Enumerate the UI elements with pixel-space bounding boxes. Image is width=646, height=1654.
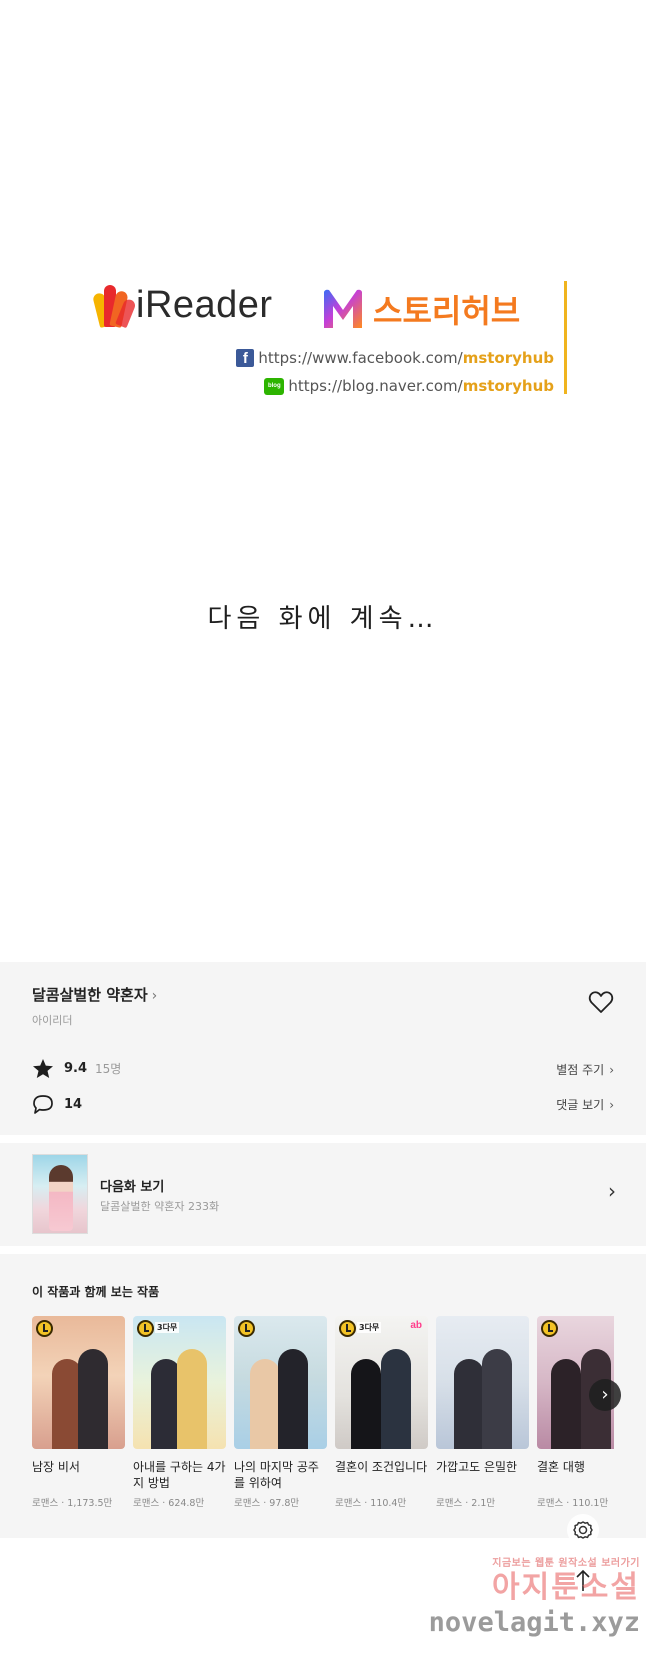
recommendation-card[interactable]: 남장 비서 로맨스 · 1,173.5만 [32,1316,125,1509]
blog-link[interactable]: blog https://blog.naver.com/mstoryhub [264,377,554,395]
watermark-top-line: 지금보는 웹툰 원작소설 보러가기 [492,1558,640,1569]
recommendation-title: 결혼 대행 [537,1460,585,1474]
clock-icon [541,1320,558,1337]
recommendation-card[interactable]: 가깝고도 은밀한 로맨스 · 2.1만 [436,1316,529,1509]
recommendation-cover [234,1316,327,1449]
settings-gear-icon[interactable] [566,1513,600,1547]
recommendations-list: 남장 비서 로맨스 · 1,173.5만 3다무 아내를 구하는 4가지 방법 … [32,1316,614,1526]
chevron-right-icon: › [151,988,158,1004]
site-watermark: 지금보는 웹툰 원작소설 보러가기 아지툰소설 novelagit.xyz [425,1554,640,1649]
mstoryhub-logo-text: 스토리허브 [373,292,521,330]
comment-row: 14 [32,1094,82,1115]
facebook-link[interactable]: f https://www.facebook.com/mstoryhub [236,349,554,367]
star-icon [33,1059,53,1078]
recommendation-title: 아내를 구하는 4가지 방법 [133,1460,226,1490]
series-author: 아이리더 [32,1014,73,1027]
recommendation-title: 결혼이 조건입니다 [335,1460,428,1474]
next-episode-button[interactable]: 다음화 보기 달콤살벌한 약혼자 233화 › [0,1143,646,1246]
recommendations-heading: 이 작품과 함께 보는 작품 [32,1285,160,1299]
recommendation-cover: 3다무 [133,1316,226,1449]
logo-divider [564,281,567,394]
recommendation-cover [32,1316,125,1449]
rating-value: 9.4 [64,1061,88,1076]
next-episode-subtitle: 달콤살벌한 약혼자 233화 [100,1200,220,1213]
recommendation-title: 남장 비서 [32,1460,80,1474]
to-be-continued-text: 다음 화에 계속… [207,604,439,634]
comments-button[interactable]: 댓글 보기 › [556,1096,614,1113]
recommendation-cover: 3다무 ab [335,1316,428,1449]
favorite-heart-icon[interactable] [588,990,614,1014]
mstoryhub-logo: 스토리허브 [321,286,520,332]
recommendation-card[interactable]: 나의 마지막 공주를 위하여 로맨스 · 97.8만 [234,1316,327,1509]
clock-icon [137,1320,154,1337]
facebook-link-id: mstoryhub [462,349,554,367]
publisher-logo-block: iReader 스토리허브 f https://www.facebook.com… [92,281,576,398]
blog-link-id: mstoryhub [462,377,554,395]
clock-icon [238,1320,255,1337]
recommendations-panel: 이 작품과 함께 보는 작품 남장 비서 로맨스 · 1,173.5만 3다무 … [0,1254,646,1538]
next-episode-label: 다음화 보기 [100,1180,165,1195]
recommendation-meta: 로맨스 · 624.8만 [133,1498,205,1509]
recommendation-card[interactable]: 3다무 ab 결혼이 조건입니다 로맨스 · 110.4만 [335,1316,428,1509]
mstoryhub-m-icon [324,289,362,328]
comment-count: 14 [64,1097,83,1112]
watermark-main: 아지툰소설 [492,1570,640,1605]
free-badge: 3다무 [155,1322,180,1333]
free-badge: 3다무 [357,1322,382,1333]
comment-icon [33,1095,53,1114]
facebook-link-prefix: https://www.facebook.com/ [258,349,463,367]
chevron-right-icon: › [609,1098,614,1112]
chevron-right-icon: › [608,1179,616,1203]
chevron-right-icon: › [609,1063,614,1077]
rate-label: 별점 주기 [556,1063,605,1077]
recommendation-meta: 로맨스 · 1,173.5만 [32,1498,113,1509]
recommendation-title: 가깝고도 은밀한 [436,1460,518,1474]
clock-icon [339,1320,356,1337]
recommendation-meta: 로맨스 · 110.1만 [537,1498,609,1509]
naver-blog-icon: blog [264,377,285,395]
recommendation-cover [436,1316,529,1449]
next-episode-thumbnail [32,1154,88,1234]
clock-icon [36,1320,53,1337]
recommendation-card[interactable]: 3다무 아내를 구하는 4가지 방법 로맨스 · 624.8만 [133,1316,226,1509]
recommendation-meta: 로맨스 · 97.8만 [234,1498,300,1509]
carousel-next-button[interactable]: › [589,1379,621,1411]
rating-count: 15명 [95,1062,122,1076]
blog-link-prefix: https://blog.naver.com/ [288,377,463,395]
recommendation-meta: 로맨스 · 2.1만 [436,1498,496,1509]
rate-button[interactable]: 별점 주기 › [556,1061,614,1078]
recommendation-meta: 로맨스 · 110.4만 [335,1498,407,1509]
ireader-book-icon [92,283,137,329]
comments-label: 댓글 보기 [556,1098,605,1112]
rating-row: 9.4 15명 [32,1058,121,1079]
recommendation-card[interactable]: 결혼 대행 로맨스 · 110.1만 [537,1316,614,1509]
watermark-url: novelagit.xyz [428,1607,640,1638]
series-title: 달콤살벌한 약혼자 [32,986,148,1004]
facebook-icon: f [236,349,255,367]
series-info-panel: 달콤살벌한 약혼자 › 아이리더 9.4 15명 별점 주기 › 14 댓글 보기 › [0,962,646,1135]
recommendation-title: 나의 마지막 공주를 위하여 [234,1460,319,1490]
ireader-logo-text: iReader [136,283,273,326]
ab-icon: ab [410,1320,422,1331]
series-title-link[interactable]: 달콤살벌한 약혼자 › [32,984,157,1005]
ireader-logo: iReader [92,283,273,329]
